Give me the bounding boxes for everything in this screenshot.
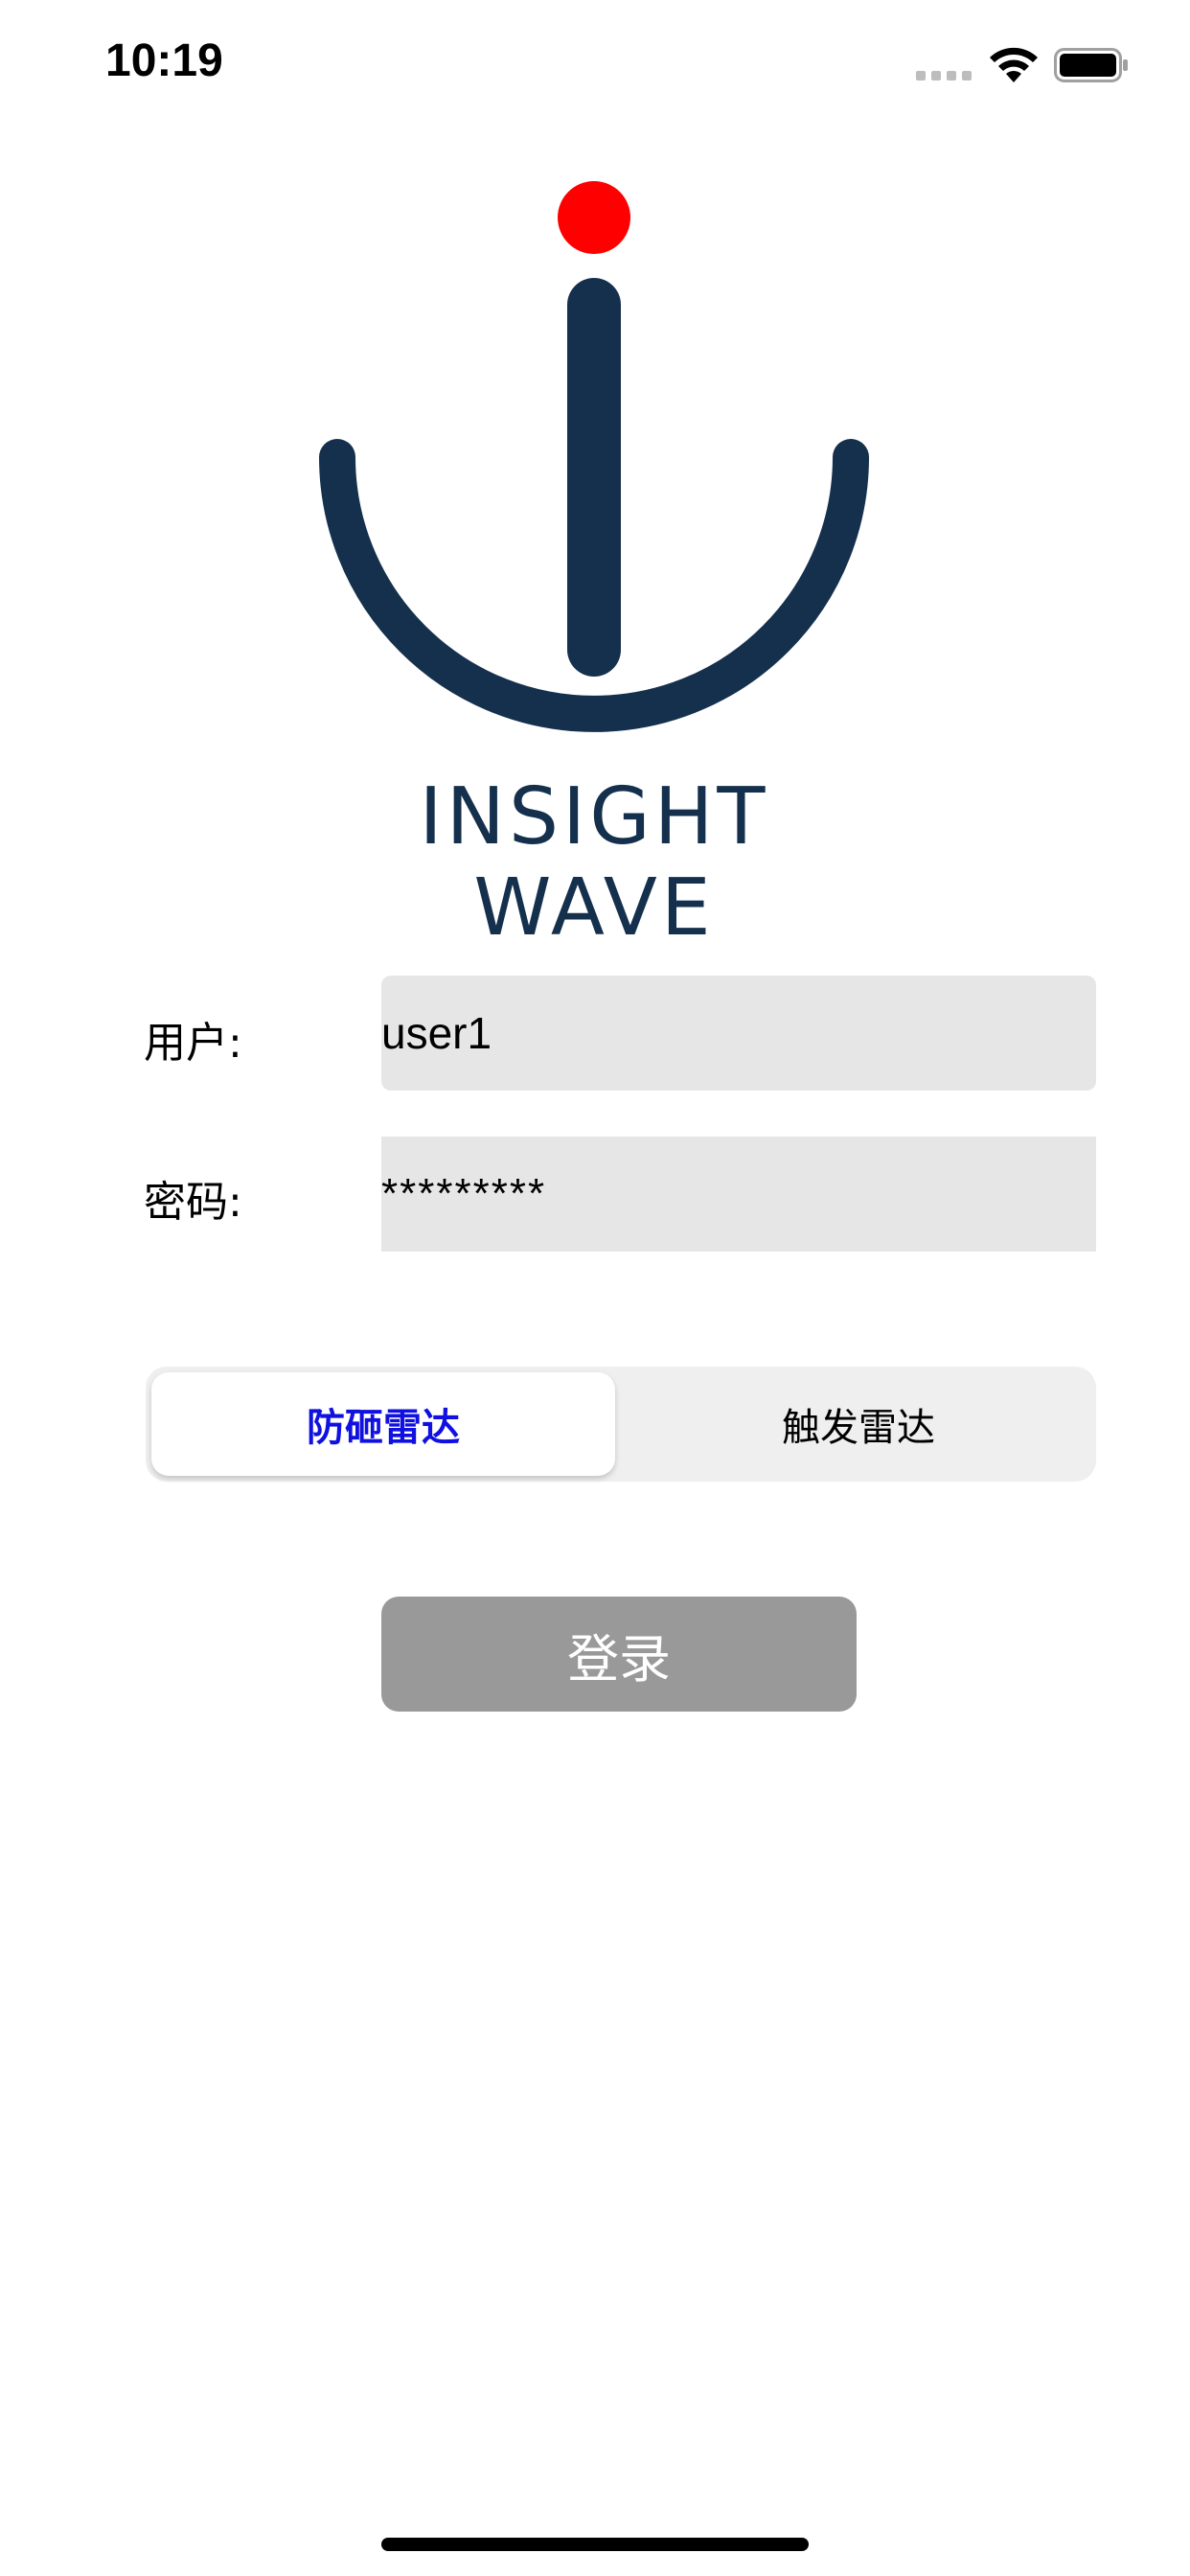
password-input[interactable] <box>381 1137 1096 1252</box>
status-bar: 10:19 <box>0 0 1190 134</box>
login-button[interactable]: 登录 <box>381 1597 857 1712</box>
segment-trigger-radar[interactable]: 触发雷达 <box>627 1372 1090 1476</box>
battery-icon <box>1054 48 1128 82</box>
username-input[interactable] <box>381 976 1096 1091</box>
password-label: 密码: <box>144 1178 242 1227</box>
wifi-icon <box>990 47 1038 82</box>
cellular-signal-icon <box>916 71 972 80</box>
username-label: 用户: <box>144 1019 242 1068</box>
segment-anti-crush-radar[interactable]: 防砸雷达 <box>151 1372 615 1476</box>
brand-name: INSIGHT WAVE <box>419 771 769 954</box>
radar-type-segmented-control: 防砸雷达 触发雷达 <box>146 1367 1096 1482</box>
status-time: 10:19 <box>105 35 223 86</box>
insight-wave-logo-icon <box>319 181 869 732</box>
home-indicator[interactable] <box>381 2538 809 2551</box>
